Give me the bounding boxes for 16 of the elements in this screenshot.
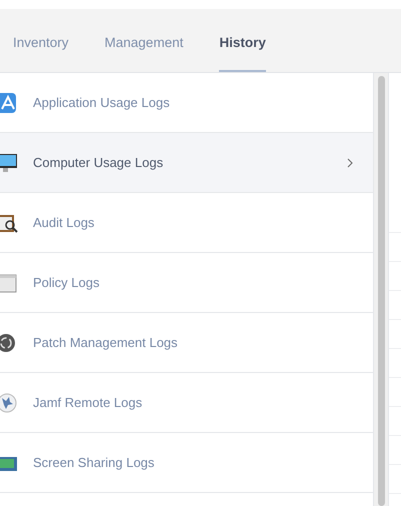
log-label: Audit Logs <box>33 215 96 230</box>
log-list-item[interactable]: Computer Usage Logs <box>0 133 373 193</box>
star-badge-icon <box>0 392 18 414</box>
log-label: Computer Usage Logs <box>33 155 164 170</box>
scrollbar-thumb[interactable] <box>378 76 384 506</box>
app-store-icon <box>0 92 18 112</box>
log-label: Jamf Remote Logs <box>33 395 144 410</box>
log-label: Patch Management Logs <box>33 335 179 350</box>
log-label: Screen Sharing Logs <box>33 455 156 470</box>
log-label: Application Usage Logs <box>33 95 171 110</box>
chevron-right-icon <box>347 158 353 168</box>
log-label: Policy Logs <box>33 275 100 290</box>
tab[interactable]: Management <box>104 35 184 72</box>
window-icon <box>0 272 18 294</box>
tab[interactable]: Inventory <box>13 35 69 72</box>
computer-monitor-icon <box>0 152 18 174</box>
